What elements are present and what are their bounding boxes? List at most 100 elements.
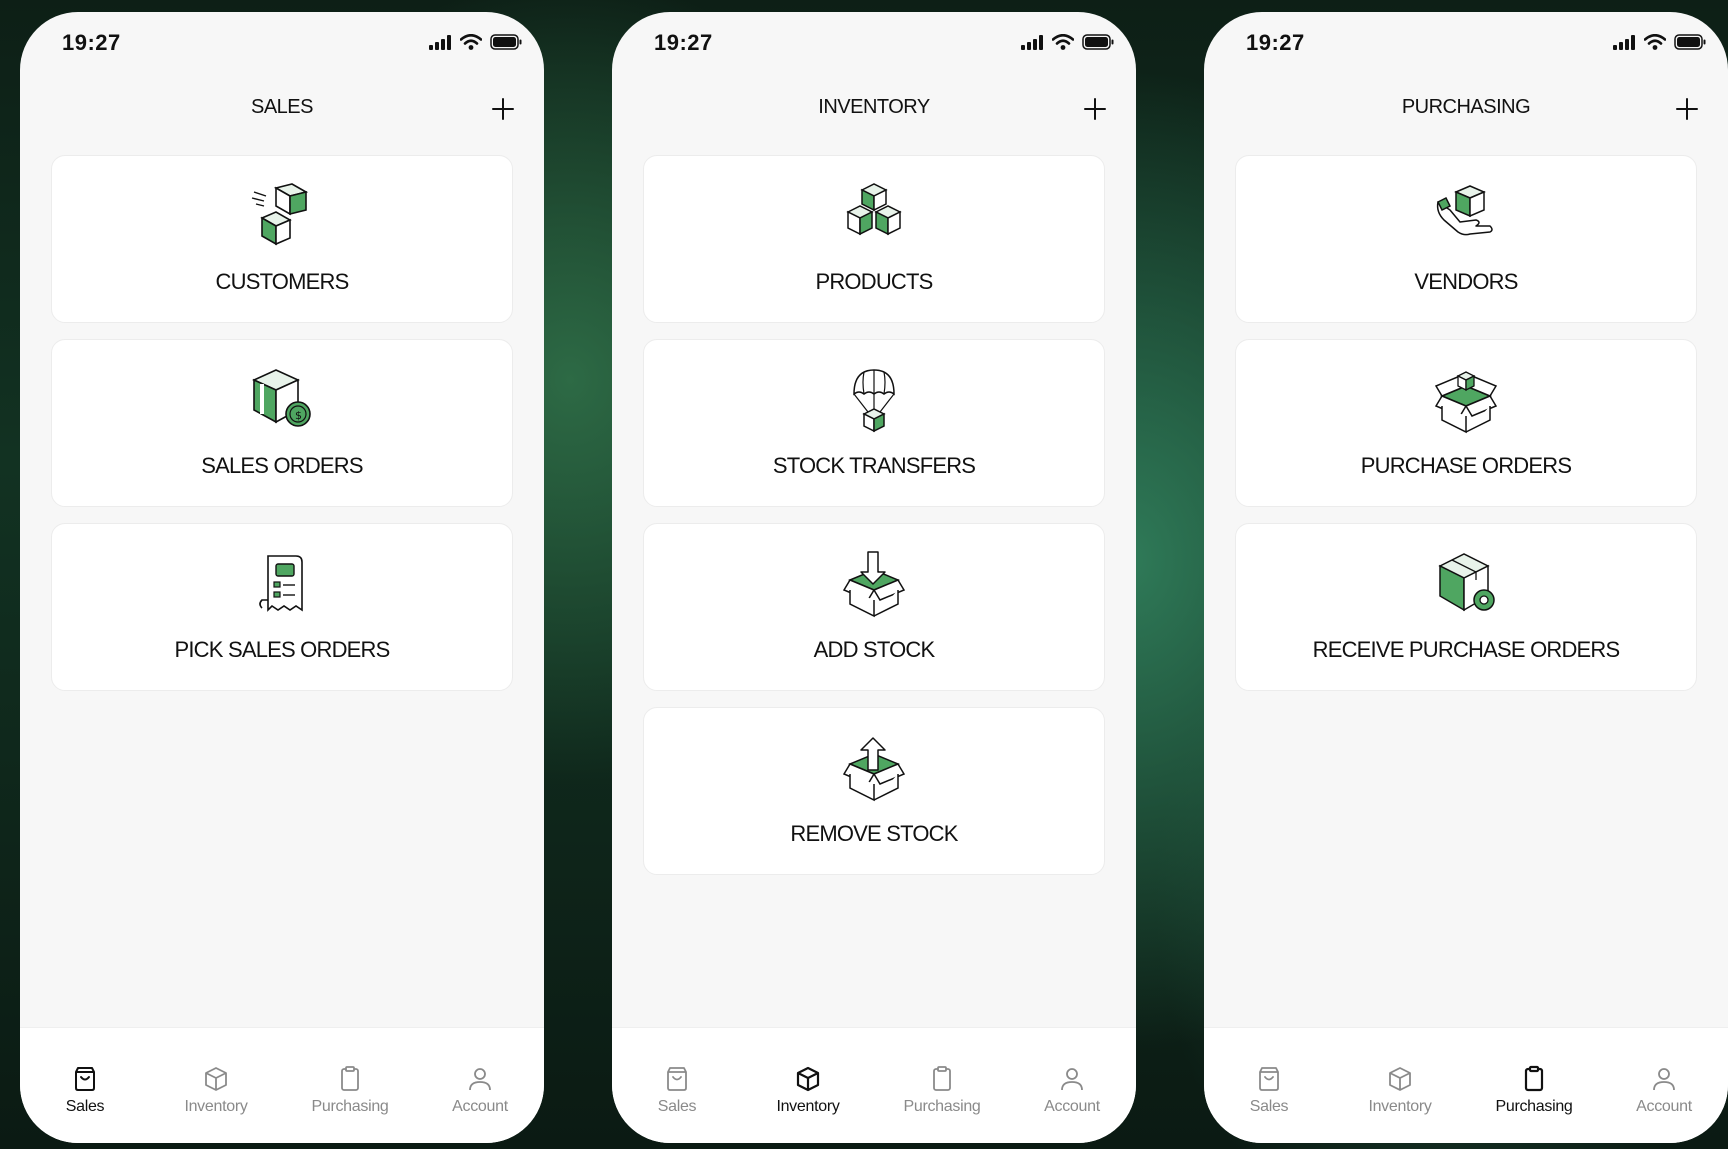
tab-label: Purchasing (903, 1098, 981, 1115)
tab-label: Account (452, 1098, 508, 1115)
tab-bar: Sales Inventory Purchasing Account (1204, 1027, 1728, 1143)
tab-account[interactable]: Account (425, 1064, 535, 1116)
card-label: REMOVE STOCK (790, 821, 958, 846)
svg-text:$: $ (295, 409, 302, 422)
user-icon (469, 1068, 491, 1091)
sales-orders-card[interactable]: $ SALES ORDERS (51, 339, 513, 507)
shopping-bag-icon (667, 1067, 687, 1091)
status-icons (428, 34, 522, 50)
card-label: PICK SALES ORDERS (174, 637, 390, 662)
menu-cards: CUSTOMERS $ SALES ORDERS PICK SALES ORDE… (51, 155, 513, 707)
tab-inventory[interactable]: Inventory (1345, 1064, 1455, 1116)
purchase-orders-card[interactable]: PURCHASE ORDERS (1235, 339, 1697, 507)
cube-icon (796, 1066, 820, 1092)
box-badge-icon (1438, 553, 1495, 612)
add-icon[interactable] (1082, 96, 1108, 122)
tab-label: Account (1636, 1098, 1692, 1115)
tab-label: Inventory (776, 1098, 840, 1115)
inventory-screen: 19:27 INVENTORY PRODUCTS STOCK TRANSFERS… (612, 12, 1136, 1143)
card-label: ADD STOCK (813, 637, 936, 662)
vendors-card[interactable]: VENDORS (1235, 155, 1697, 323)
card-label: VENDORS (1414, 269, 1518, 294)
clipboard-icon (341, 1066, 359, 1091)
battery-icon (490, 34, 522, 50)
purchasing-screen: 19:27 PURCHASING VENDORS PURCHASE ORDERS… (1204, 12, 1728, 1143)
page-title: PURCHASING (1401, 96, 1531, 118)
pick-sales-orders-card[interactable]: PICK SALES ORDERS (51, 523, 513, 691)
status-bar: 19:27 (1204, 12, 1728, 92)
tab-purchasing[interactable]: Purchasing (295, 1064, 405, 1116)
cube-icon (205, 1067, 227, 1091)
box-coin-icon: $ (252, 369, 311, 427)
menu-cards: VENDORS PURCHASE ORDERS RECEIVE PURCHASE… (1235, 155, 1697, 707)
receive-purchase-orders-card[interactable]: RECEIVE PURCHASE ORDERS (1235, 523, 1697, 691)
tab-label: Sales (65, 1098, 105, 1115)
tab-label: Purchasing (311, 1098, 389, 1115)
status-bar: 19:27 (612, 12, 1136, 92)
card-label: CUSTOMERS (215, 269, 350, 294)
open-box-icon (1434, 371, 1498, 434)
status-bar: 19:27 (20, 12, 544, 92)
card-label: SALES ORDERS (201, 453, 363, 478)
clipboard-icon (933, 1066, 951, 1091)
receipt-list-icon (259, 555, 303, 612)
tab-label: Sales (657, 1098, 697, 1115)
page-title: SALES (251, 96, 313, 118)
tab-label: Account (1044, 1098, 1100, 1115)
stacked-boxes-icon (846, 183, 902, 236)
status-time: 19:27 (1246, 30, 1305, 55)
tab-label: Inventory (1368, 1098, 1432, 1115)
signal-icon (1613, 35, 1635, 50)
clipboard-icon (1524, 1065, 1544, 1092)
status-time: 19:27 (62, 30, 121, 55)
card-label: PRODUCTS (815, 269, 933, 294)
box-arrow-in-icon (842, 551, 906, 618)
cube-icon (1389, 1067, 1411, 1091)
tab-purchasing[interactable]: Purchasing (887, 1064, 997, 1116)
status-icons (1612, 34, 1706, 50)
card-label: STOCK TRANSFERS (772, 453, 976, 478)
sales-screen: 19:27 SALES CUSTOMERS $ SALES ORDERS PIC… (20, 12, 544, 1143)
tab-bar: Sales Inventory Purchasing Account (20, 1027, 544, 1143)
shopping-bag-icon (1259, 1067, 1279, 1091)
wifi-icon (1052, 34, 1074, 50)
tab-account[interactable]: Account (1017, 1064, 1127, 1116)
tab-label: Purchasing (1495, 1098, 1573, 1115)
tab-sales[interactable]: Sales (30, 1064, 140, 1116)
shopping-bag-icon (75, 1067, 95, 1091)
card-label: RECEIVE PURCHASE ORDERS (1312, 637, 1621, 662)
battery-icon (1674, 34, 1706, 50)
tab-inventory[interactable]: Inventory (753, 1064, 863, 1116)
boxes-delivery-icon (251, 183, 309, 246)
stock-transfers-card[interactable]: STOCK TRANSFERS (643, 339, 1105, 507)
tab-bar: Sales Inventory Purchasing Account (612, 1027, 1136, 1143)
products-card[interactable]: PRODUCTS (643, 155, 1105, 323)
customers-card[interactable]: CUSTOMERS (51, 155, 513, 323)
add-icon[interactable] (1674, 96, 1700, 122)
user-icon (1653, 1068, 1675, 1091)
status-icons (1020, 34, 1114, 50)
menu-cards: PRODUCTS STOCK TRANSFERS ADD STOCK REMOV… (643, 155, 1105, 891)
page-title: INVENTORY (818, 96, 930, 118)
remove-stock-card[interactable]: REMOVE STOCK (643, 707, 1105, 875)
tab-label: Inventory (184, 1098, 248, 1115)
battery-icon (1082, 34, 1114, 50)
parachute-box-icon (853, 369, 895, 433)
status-time: 19:27 (654, 30, 713, 55)
signal-icon (429, 35, 451, 50)
hand-box-icon (1436, 185, 1493, 236)
tab-purchasing[interactable]: Purchasing (1479, 1064, 1589, 1116)
wifi-icon (460, 34, 482, 50)
box-arrow-out-icon (842, 737, 906, 802)
tab-label: Sales (1249, 1098, 1289, 1115)
add-stock-card[interactable]: ADD STOCK (643, 523, 1105, 691)
tab-sales[interactable]: Sales (1214, 1064, 1324, 1116)
tab-account[interactable]: Account (1609, 1064, 1719, 1116)
add-icon[interactable] (490, 96, 516, 122)
signal-icon (1021, 35, 1043, 50)
card-label: PURCHASE ORDERS (1360, 453, 1572, 478)
user-icon (1061, 1068, 1083, 1091)
tab-inventory[interactable]: Inventory (161, 1064, 271, 1116)
tab-sales[interactable]: Sales (622, 1064, 732, 1116)
wifi-icon (1644, 34, 1666, 50)
